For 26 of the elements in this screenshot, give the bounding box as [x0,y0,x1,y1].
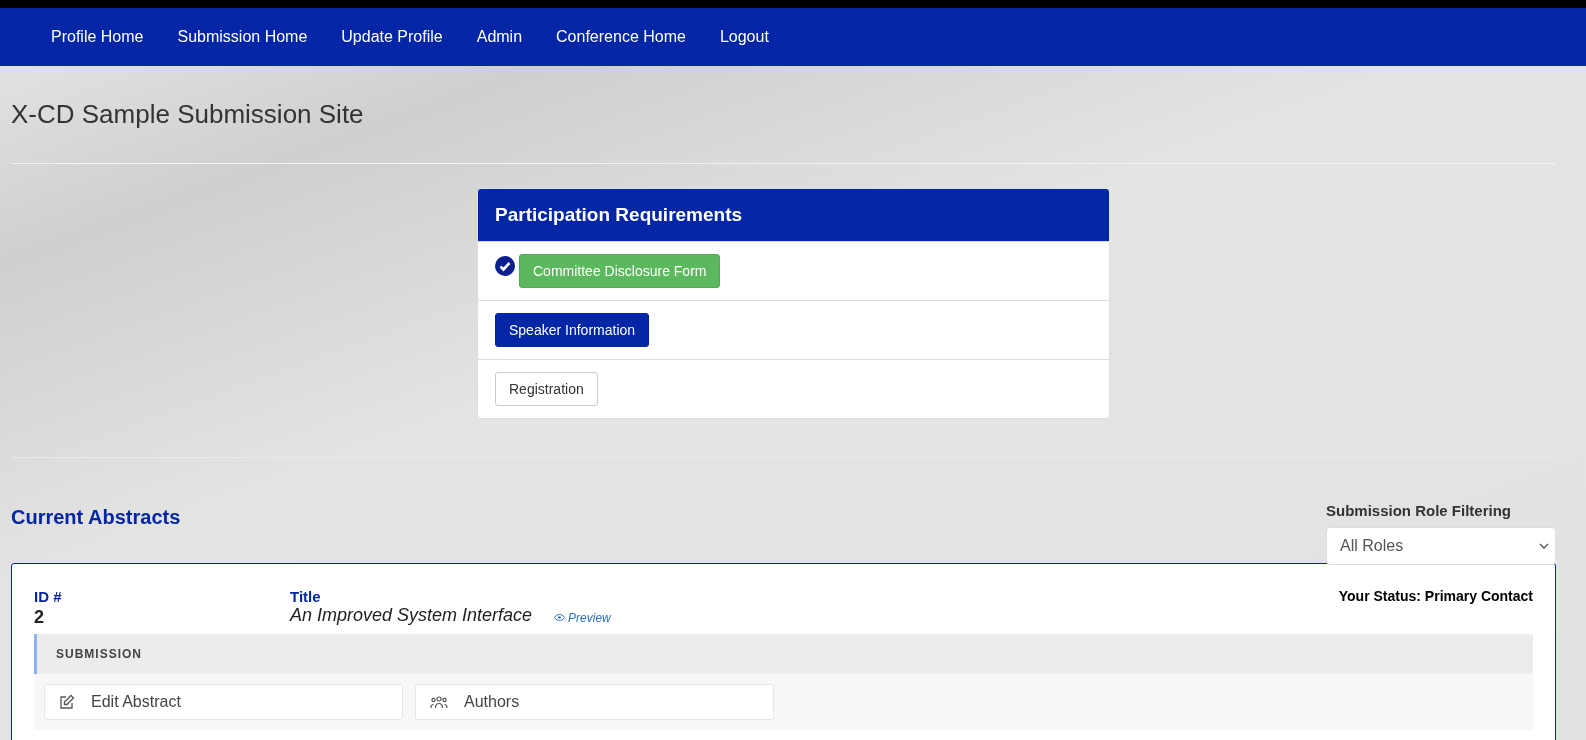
abstract-id: 2 [34,607,45,628]
nav-link[interactable]: Profile Home [34,28,161,46]
nav-link[interactable]: Logout [702,28,786,46]
site-title: X-CD Sample Submission Site [10,98,365,131]
users-icon [430,695,448,709]
section-heading: Current Abstracts [11,506,181,529]
edit-icon [59,694,75,710]
preview-link[interactable]: Preview [554,610,611,625]
action-button[interactable]: Authors [415,684,774,720]
nav-link[interactable]: Admin [459,28,540,46]
nav-link[interactable]: Update Profile [324,28,460,46]
nav-link[interactable]: Submission Home [160,28,325,46]
section-header: SUBMISSION [34,634,1533,674]
column-label: Title [290,588,322,605]
nav-link[interactable]: Conference Home [539,28,703,46]
status-text: Your Status: Primary Contact [1338,588,1533,606]
chevron-down-icon [1539,543,1549,549]
abstract-title: An Improved System Interface [290,605,533,626]
action-button[interactable]: Edit Abstract [44,684,403,720]
role-select[interactable]: All Roles [1326,527,1556,565]
requirement-button[interactable]: Speaker Information [495,313,650,347]
card-header: Participation Requirements [478,189,1109,241]
filter-label: Submission Role Filtering [1326,502,1513,519]
eye-icon [554,614,566,621]
column-label: ID # [34,588,63,605]
requirement-button[interactable]: Registration [495,372,598,406]
